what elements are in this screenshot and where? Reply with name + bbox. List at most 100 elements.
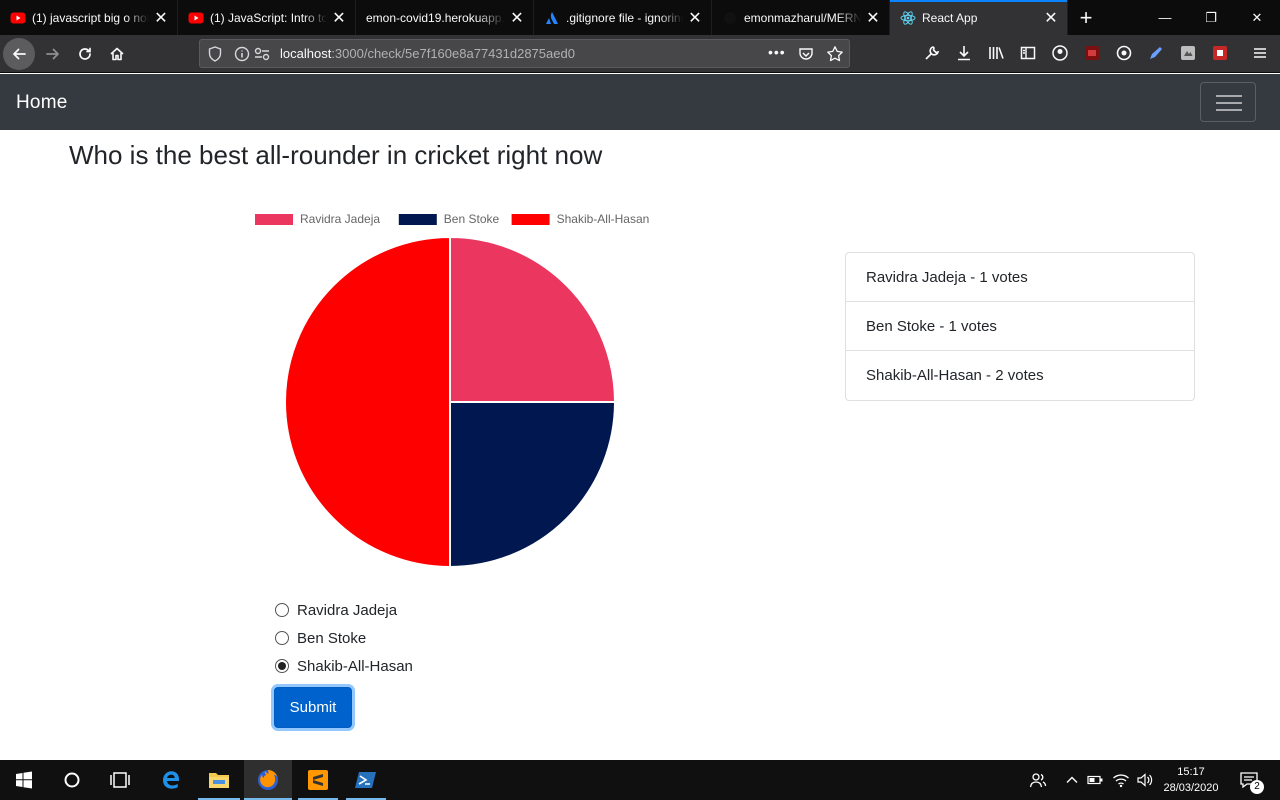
poll-option-label[interactable]: Shakib-All-Hasan — [297, 658, 413, 675]
youtube-icon — [10, 10, 26, 26]
tab-title: .gitignore file - ignoring — [566, 10, 683, 25]
taskbar-firefox[interactable] — [244, 760, 292, 800]
react-icon — [900, 10, 916, 26]
sidebar-icon[interactable] — [1018, 43, 1038, 63]
extension-sync-icon[interactable] — [1114, 43, 1134, 63]
action-center-button[interactable]: 2 — [1234, 760, 1264, 800]
poll-option: Ben Stoke — [273, 624, 413, 652]
info-icon[interactable] — [234, 46, 250, 62]
tab-title: (1) javascript big o notation — [32, 10, 149, 25]
browser-tab[interactable]: emonmazharul/MERN ✕ — [712, 0, 890, 35]
extension-pen-icon[interactable] — [1146, 43, 1166, 63]
maximize-button[interactable]: ❐ — [1188, 0, 1234, 35]
radio-button[interactable] — [275, 659, 289, 673]
hamburger-icon — [1216, 95, 1242, 97]
poll-option: Shakib-All-Hasan — [273, 652, 413, 680]
url-path: :3000/check/5e7f160e8a77431d2875aed0 — [331, 46, 575, 61]
atlassian-icon — [544, 10, 560, 26]
tab-close-icon[interactable]: ✕ — [865, 10, 881, 27]
tab-close-icon[interactable]: ✕ — [331, 10, 347, 27]
pie-slice[interactable] — [449, 401, 617, 569]
permissions-icon[interactable] — [254, 47, 270, 61]
tab-close-icon[interactable]: ✕ — [1043, 10, 1059, 27]
new-tab-button[interactable]: + — [1068, 0, 1104, 35]
results-pie-chart: Ravidra Jadeja Ben Stoke Shakib-All-Hasan — [255, 212, 650, 569]
page-actions-icon[interactable]: ••• — [768, 44, 786, 60]
close-window-button[interactable]: ✕ — [1234, 0, 1280, 35]
bookmark-star-icon[interactable] — [826, 45, 844, 63]
poll-option-label[interactable]: Ravidra Jadeja — [297, 602, 397, 619]
taskbar-edge[interactable] — [148, 760, 194, 800]
download-icon[interactable] — [954, 43, 974, 63]
extension-puzzle-icon[interactable] — [1210, 43, 1230, 63]
system-clock[interactable]: 15:17 28/03/2020 — [1158, 764, 1224, 796]
taskbar-file-explorer[interactable] — [198, 760, 240, 800]
pie-slice[interactable] — [449, 235, 617, 403]
legend-label[interactable]: Shakib-All-Hasan — [557, 212, 650, 226]
extension-grey-icon[interactable] — [1178, 43, 1198, 63]
tab-close-icon[interactable]: ✕ — [509, 10, 525, 27]
browser-toolbar: localhost:3000/check/5e7f160e8a77431d287… — [0, 35, 1280, 73]
shield-icon[interactable] — [208, 46, 222, 62]
taskbar-powershell[interactable] — [346, 760, 386, 800]
taskbar-sublime[interactable] — [298, 760, 338, 800]
wrench-icon[interactable] — [922, 43, 942, 63]
task-view-button[interactable] — [96, 760, 144, 800]
navbar-toggler-button[interactable] — [1200, 82, 1256, 122]
browser-tab[interactable]: React App ✕ — [890, 0, 1068, 35]
arrow-right-icon — [46, 48, 59, 60]
browser-tab[interactable]: emon-covid19.herokuapp.com ✕ — [356, 0, 534, 35]
legend-swatch[interactable] — [398, 214, 437, 225]
legend-label[interactable]: Ben Stoke — [444, 212, 500, 226]
volume-icon[interactable] — [1134, 760, 1156, 800]
radio-button[interactable] — [275, 631, 289, 645]
tab-title: emon-covid19.herokuapp.com — [366, 10, 505, 25]
edge-icon — [163, 771, 179, 789]
home-button[interactable] — [101, 38, 133, 70]
minimize-button[interactable]: — — [1142, 0, 1188, 35]
windows-logo-icon — [16, 771, 32, 789]
tab-title: emonmazharul/MERN — [744, 10, 861, 25]
url-text[interactable]: localhost:3000/check/5e7f160e8a77431d287… — [280, 46, 575, 61]
extension-red-icon[interactable] — [1082, 43, 1102, 63]
hamburger-icon-bar — [1216, 102, 1242, 104]
poll-option: Ravidra Jadeja — [273, 596, 413, 624]
result-item: Ravidra Jadeja - 1 votes — [846, 253, 1194, 302]
back-button[interactable] — [3, 38, 35, 70]
browser-tab[interactable]: (1) javascript big o notation ✕ — [0, 0, 178, 35]
browser-tab[interactable]: .gitignore file - ignoring ✕ — [534, 0, 712, 35]
pocket-icon[interactable] — [798, 46, 814, 62]
url-bar[interactable]: localhost:3000/check/5e7f160e8a77431d287… — [199, 39, 850, 68]
library-icon[interactable] — [986, 43, 1006, 63]
tab-close-icon[interactable]: ✕ — [687, 10, 703, 27]
battery-icon[interactable] — [1086, 760, 1106, 800]
home-icon — [110, 47, 124, 61]
tab-close-icon[interactable]: ✕ — [153, 10, 169, 27]
legend-swatch[interactable] — [255, 214, 293, 225]
account-icon[interactable] — [1050, 43, 1070, 63]
forward-button[interactable] — [37, 38, 69, 70]
pie-slice[interactable] — [284, 235, 451, 569]
sublime-text-icon — [308, 770, 328, 790]
navbar-brand-home[interactable]: Home — [16, 92, 67, 114]
people-icon[interactable] — [1026, 760, 1050, 800]
menu-icon[interactable] — [1250, 43, 1270, 63]
reload-button[interactable] — [69, 38, 101, 70]
result-item: Ben Stoke - 1 votes — [846, 302, 1194, 351]
firefox-icon — [258, 770, 278, 790]
task-view-icon — [110, 772, 130, 788]
radio-button[interactable] — [275, 603, 289, 617]
chevron-up-icon[interactable] — [1062, 760, 1082, 800]
youtube-icon — [188, 10, 204, 26]
legend-swatch[interactable] — [511, 214, 550, 225]
tab-title: React App — [922, 10, 978, 25]
legend-label[interactable]: Ravidra Jadeja — [300, 212, 380, 226]
submit-button[interactable]: Submit — [274, 687, 352, 728]
search-button[interactable] — [48, 760, 96, 800]
reload-icon — [79, 47, 91, 60]
start-button[interactable] — [0, 760, 48, 800]
results-list: Ravidra Jadeja - 1 votes Ben Stoke - 1 vo… — [845, 252, 1195, 401]
poll-option-label[interactable]: Ben Stoke — [297, 630, 366, 647]
browser-tab[interactable]: (1) JavaScript: Intro to Big O ✕ — [178, 0, 356, 35]
wifi-icon[interactable] — [1110, 760, 1132, 800]
